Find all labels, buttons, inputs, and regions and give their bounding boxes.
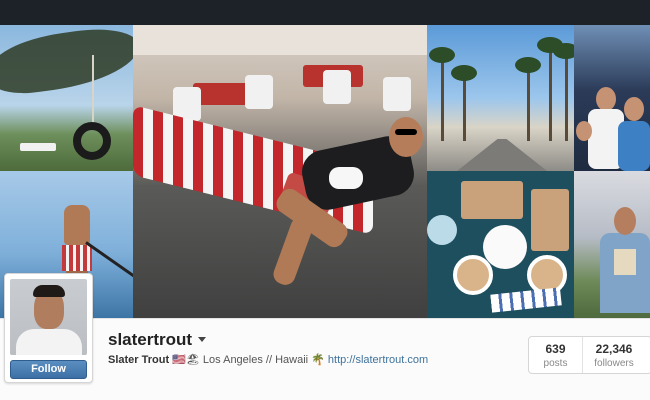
chevron-down-icon[interactable] [198, 335, 207, 345]
stats-box: 639 posts 22,346 followers [528, 336, 650, 374]
photo-tile-crowd[interactable] [574, 25, 650, 171]
person-head [596, 87, 616, 111]
top-navigation-bar [0, 0, 650, 25]
plate [483, 225, 527, 269]
posts-stat[interactable]: 639 posts [529, 337, 583, 373]
followers-stat[interactable]: 22,346 followers [583, 337, 645, 373]
person-head [389, 117, 423, 157]
avatar-shirt [16, 329, 82, 355]
palm-crown [451, 65, 477, 81]
chair [323, 70, 351, 104]
header-photo-collage [0, 25, 650, 318]
person-leg [270, 214, 316, 288]
full-name: Slater Trout [108, 354, 170, 366]
photo-tile-palm-street[interactable] [427, 25, 574, 171]
chair [245, 75, 273, 109]
photo-tile-hammock[interactable] [133, 25, 427, 318]
followers-count: 22,346 [595, 342, 633, 356]
paddle [85, 241, 133, 279]
boat [20, 143, 56, 151]
shirt-print [614, 249, 636, 275]
website-link[interactable]: http://slatertrout.com [328, 354, 428, 366]
palm-trunk [565, 57, 568, 141]
white-cup [329, 167, 363, 189]
photo-tile-festival[interactable] [574, 171, 650, 318]
palm-trunk [527, 71, 530, 141]
sunglasses [395, 129, 417, 135]
chair [383, 77, 411, 111]
person-head [576, 121, 592, 141]
tree-branch [0, 25, 133, 99]
palm-crown [515, 57, 541, 73]
bio-flags: 🇺🇸🏖 [172, 354, 200, 366]
swing-rope [92, 55, 94, 125]
person-shirt [618, 121, 650, 171]
bio: Slater Trout 🇺🇸🏖 Los Angeles // Hawaii 🌴… [108, 353, 428, 366]
bio-location: Los Angeles // Hawaii [202, 354, 309, 366]
paddler-shorts [62, 245, 92, 271]
posts-label: posts [543, 358, 568, 369]
avatar[interactable] [10, 279, 87, 355]
palm-trunk [441, 61, 444, 141]
person-head [614, 207, 636, 235]
follow-button[interactable]: Follow [10, 360, 87, 379]
table [193, 83, 253, 105]
water-glass [427, 215, 457, 245]
profile-card: Follow [4, 273, 93, 383]
palm-crown [429, 47, 455, 63]
username: slatertrout [108, 330, 193, 349]
toast-board [531, 189, 569, 251]
flatbread-board [461, 181, 523, 219]
tire-swing [73, 122, 111, 160]
palm-trunk [463, 79, 466, 141]
latte-cup [453, 255, 493, 295]
striped-napkin [490, 287, 562, 313]
photo-tile-brunch[interactable] [427, 171, 574, 318]
avatar-hair [33, 285, 65, 297]
palm-trunk [549, 51, 552, 141]
palm-crown [553, 43, 574, 59]
tent-canopy [133, 25, 427, 55]
chevron-down-icon-glyph [198, 337, 207, 342]
posts-count: 639 [545, 342, 566, 356]
paddler-torso [64, 205, 90, 245]
username-row: slatertrout [108, 330, 207, 350]
street [457, 139, 547, 171]
bio-icon: 🌴 [311, 354, 325, 366]
photo-tile-tire-swing[interactable] [0, 25, 133, 171]
person-head [624, 97, 644, 121]
followers-label: followers [594, 358, 634, 369]
